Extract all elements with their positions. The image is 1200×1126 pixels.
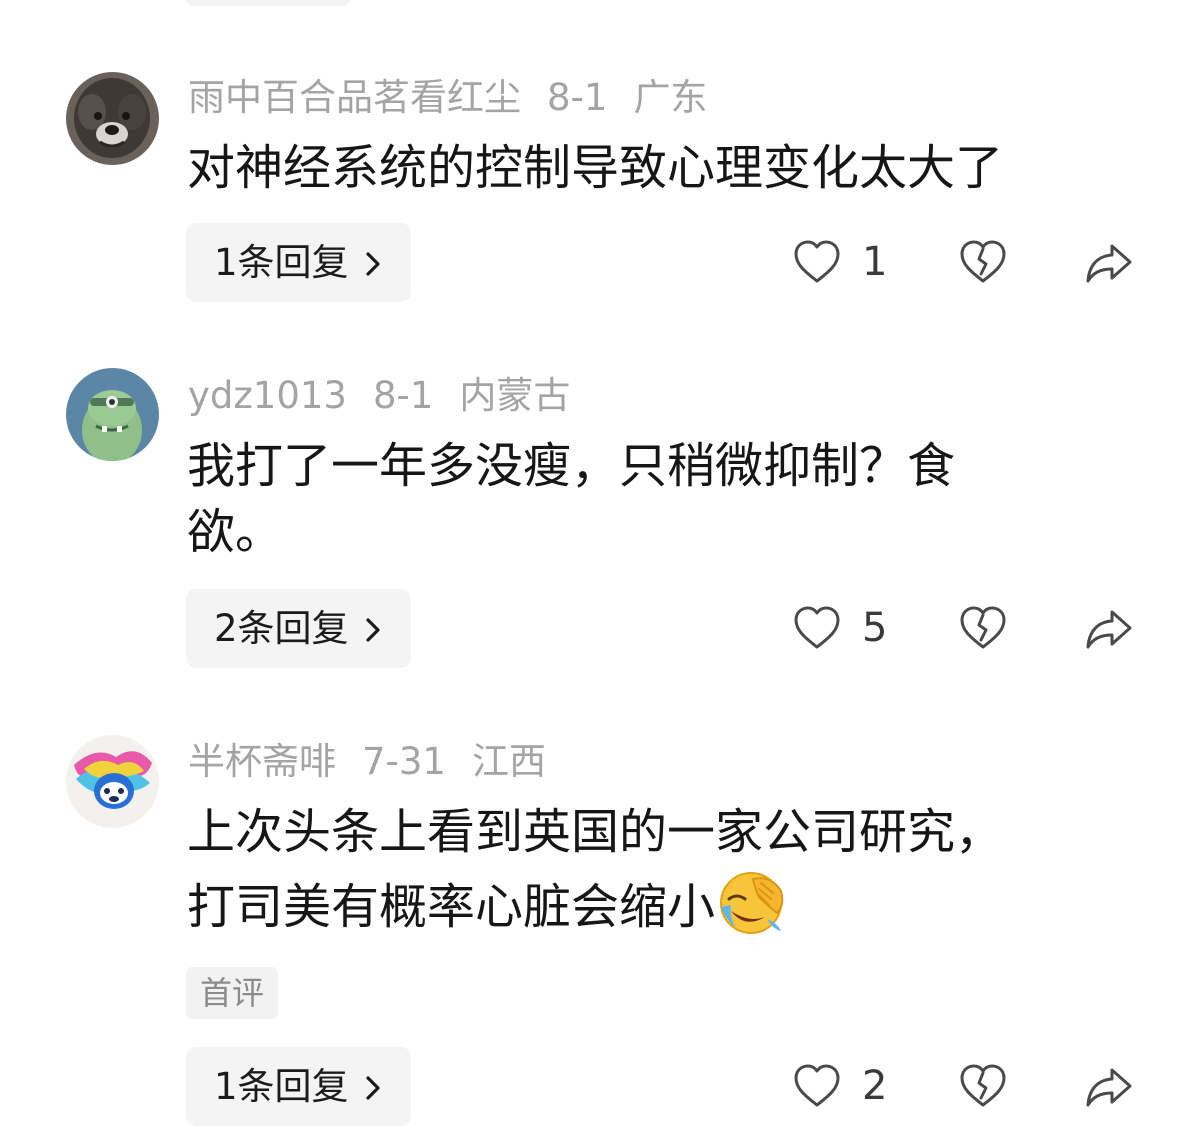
- replies-label: 1条回复: [214, 1065, 349, 1108]
- broken-heart-icon[interactable]: [958, 238, 1008, 286]
- comment-meta: ydz1013 8-1 内蒙古: [188, 372, 596, 420]
- first-comment-tag: 首评: [186, 967, 278, 1019]
- comment-date: 8-1: [547, 76, 608, 119]
- comment-date: 7-31: [362, 740, 446, 783]
- comment-text: 对神经系统的控制导致心理变化太大了: [187, 140, 1004, 196]
- colorful-splash-avatar-icon: [66, 735, 159, 828]
- avatar[interactable]: [66, 368, 159, 461]
- comment-actions: 5: [792, 589, 1142, 668]
- comment-text-content: 上次头条上看到英国的一家公司研究， 打司美有概率心脏会缩小: [187, 804, 1004, 935]
- dog-photo-avatar-icon: [66, 72, 159, 165]
- share-arrow-icon[interactable]: [1084, 241, 1134, 285]
- comment-location: 内蒙古: [459, 374, 571, 417]
- avatar[interactable]: [66, 72, 159, 165]
- comment-meta: 半杯斋啡 7-31 江西: [188, 738, 572, 786]
- comment-location: 江西: [471, 740, 546, 783]
- comment-location: 广东: [633, 76, 708, 119]
- username[interactable]: 半杯斋啡: [188, 740, 336, 783]
- view-replies-button[interactable]: 2条回复: [186, 589, 411, 668]
- username[interactable]: ydz1013: [188, 374, 347, 417]
- chevron-right-icon: [366, 1076, 380, 1100]
- comment-actions: 1: [792, 223, 1142, 302]
- replies-label: 2条回复: [214, 607, 349, 650]
- comment-date: 8-1: [372, 374, 434, 417]
- comment-text: 我打了一年多没瘦，只稍微抑制？食 欲。: [187, 438, 956, 560]
- comment-actions: 2: [792, 1047, 1142, 1126]
- share-arrow-icon[interactable]: [1084, 607, 1134, 651]
- replies-label: 1条回复: [214, 241, 349, 284]
- comment-text: 上次头条上看到英国的一家公司研究， 打司美有概率心脏会缩小: [187, 799, 1087, 940]
- face-with-tears-of-joy-covering-emoji-icon: [720, 872, 784, 934]
- green-cartoon-avatar-icon: [66, 368, 159, 461]
- broken-heart-icon[interactable]: [958, 604, 1008, 652]
- view-replies-button[interactable]: 1条回复: [186, 223, 411, 302]
- heart-outline-icon[interactable]: [792, 604, 842, 652]
- like-count: 1: [862, 239, 888, 285]
- broken-heart-icon[interactable]: [958, 1062, 1008, 1110]
- comment-meta: 雨中百合品茗看红尘 8-1 广东: [188, 74, 733, 122]
- previous-reply-button-stub[interactable]: [186, 0, 350, 6]
- like-count: 5: [862, 605, 888, 651]
- username[interactable]: 雨中百合品茗看红尘: [188, 76, 521, 119]
- heart-outline-icon[interactable]: [792, 238, 842, 286]
- view-replies-button[interactable]: 1条回复: [186, 1047, 411, 1126]
- share-arrow-icon[interactable]: [1084, 1065, 1134, 1109]
- chevron-right-icon: [366, 252, 380, 276]
- chevron-right-icon: [366, 618, 380, 642]
- avatar[interactable]: [66, 735, 159, 828]
- heart-outline-icon[interactable]: [792, 1062, 842, 1110]
- like-count: 2: [862, 1063, 888, 1109]
